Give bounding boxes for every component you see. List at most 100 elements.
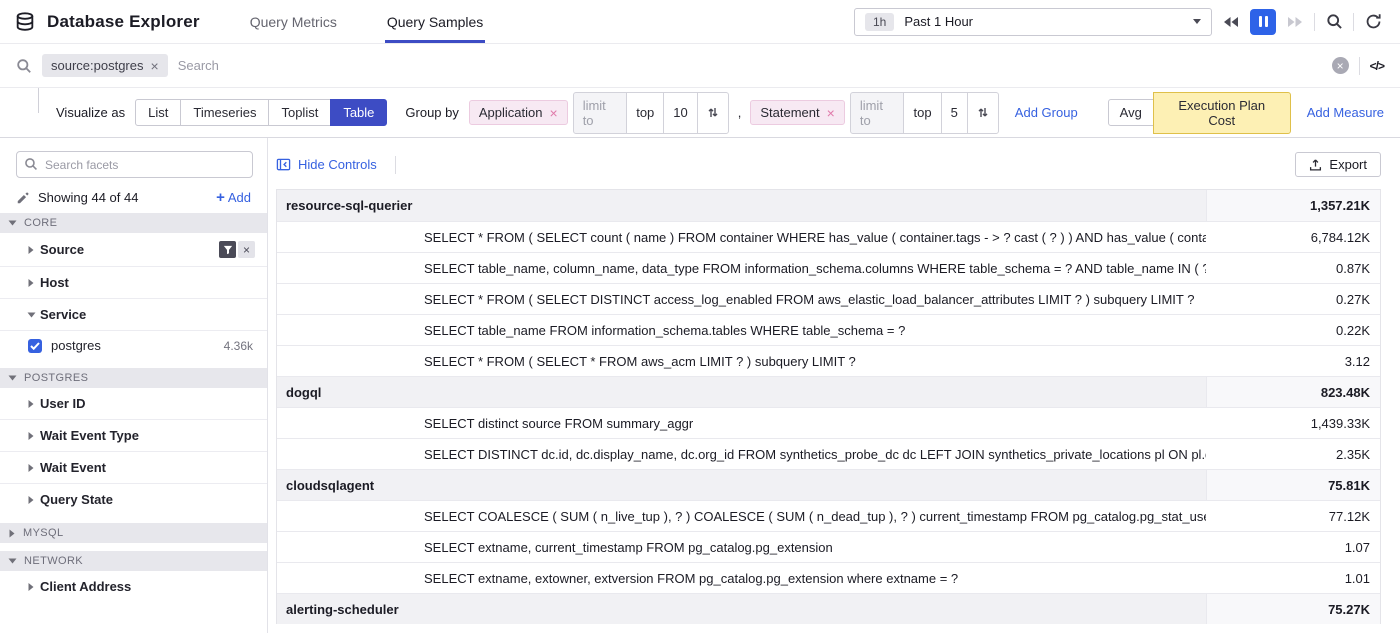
table-sample-row[interactable]: SELECT DISTINCT dc.id, dc.display_name, … — [277, 438, 1380, 469]
facet-label: Source — [40, 242, 84, 257]
top-bar-right: 1h Past 1 Hour — [854, 0, 1386, 43]
zoom-button[interactable] — [1321, 9, 1347, 35]
add-facet-link[interactable]: +Add — [216, 190, 251, 205]
table-sample-row[interactable]: SELECT extname, current_timestamp FROM p… — [277, 531, 1380, 562]
facet-value-postgres[interactable]: postgres4.36k — [0, 330, 267, 360]
table-group-row[interactable]: dogql 823.48K — [277, 376, 1380, 407]
visualize-switcher: ListTimeseriesToplistTable — [135, 99, 387, 126]
facet-item-wait-event-type[interactable]: Wait Event Type — [0, 419, 267, 451]
facet-item-host[interactable]: Host — [0, 266, 267, 298]
facet-item-service[interactable]: Service — [0, 298, 267, 330]
measure-button[interactable]: Execution Plan Cost — [1153, 92, 1291, 134]
table-group-row[interactable]: resource-sql-querier1,357.21K — [277, 190, 1380, 221]
clear-search-button[interactable]: × — [1332, 57, 1349, 74]
sort-order-button[interactable] — [967, 92, 999, 134]
query-text: SELECT extname, extowner, extversion FRO… — [424, 571, 1206, 586]
export-button[interactable]: Export — [1295, 152, 1381, 177]
sort-order-button[interactable] — [697, 92, 729, 134]
table-sample-row[interactable]: SELECT table_name FROM information_schem… — [277, 314, 1380, 345]
visualize-option-list[interactable]: List — [135, 99, 181, 126]
group-by-label: Group by — [405, 105, 458, 120]
facet-section-mysql[interactable]: MYSQL — [0, 523, 267, 543]
chevron-right-icon — [27, 495, 35, 504]
query-text: SELECT extname, current_timestamp FROM p… — [424, 540, 1206, 555]
time-range-picker[interactable]: 1h Past 1 Hour — [854, 8, 1212, 36]
facet-item-user-id[interactable]: User ID — [0, 388, 267, 419]
skip-backward-button[interactable] — [1218, 9, 1244, 35]
visualize-option-toplist[interactable]: Toplist — [268, 99, 331, 126]
group-pill-application[interactable]: Application × — [469, 100, 568, 125]
plus-icon: + — [216, 190, 225, 205]
top-selector[interactable]: top — [903, 92, 941, 134]
table-sample-row[interactable]: SELECT * FROM ( SELECT count ( name ) FR… — [277, 221, 1380, 252]
code-view-icon[interactable]: </> — [1370, 59, 1384, 73]
refresh-button[interactable] — [1360, 9, 1386, 35]
group-name: dogql — [277, 385, 424, 400]
pencil-icon — [16, 191, 30, 205]
hide-controls-link[interactable]: Hide Controls — [276, 157, 377, 172]
remove-group-icon[interactable]: × — [550, 106, 558, 120]
database-logo-icon — [14, 0, 36, 43]
table-sample-row[interactable]: SELECT table_name, column_name, data_typ… — [277, 252, 1380, 283]
search-input[interactable] — [178, 58, 1322, 73]
tab-query-metrics[interactable]: Query Metrics — [248, 0, 339, 43]
chevron-right-icon — [27, 463, 35, 472]
facet-sidebar: Showing 44 of 44 +Add CORESource×HostSer… — [0, 138, 268, 633]
group-pill-statement[interactable]: Statement × — [750, 100, 844, 125]
table-group-row[interactable]: cloudsqlagent75.81K — [277, 469, 1380, 500]
checkbox-checked[interactable] — [28, 339, 42, 353]
facet-item-query-state[interactable]: Query State — [0, 483, 267, 515]
facet-clear-button[interactable]: × — [238, 241, 255, 258]
facet-item-client-address[interactable]: Client Address — [0, 571, 267, 602]
facet-section-postgres[interactable]: POSTGRES — [0, 368, 267, 388]
table-sample-row[interactable]: SELECT * FROM ( SELECT * FROM aws_acm LI… — [277, 345, 1380, 376]
sort-arrows-icon — [707, 106, 719, 119]
divider — [1314, 13, 1315, 31]
remove-filter-icon[interactable]: × — [151, 59, 159, 73]
limit-to-label: limit to — [573, 92, 628, 134]
chevron-down-icon — [8, 557, 17, 565]
group-value: 823.48K — [1206, 377, 1380, 407]
sample-value: 0.87K — [1206, 261, 1380, 276]
samples-table: resource-sql-querier1,357.21K SELECT * FR… — [276, 189, 1381, 624]
table-sample-row[interactable]: SELECT distinct source FROM summary_aggr… — [277, 407, 1380, 438]
limit-count-selector[interactable]: 10 — [663, 92, 697, 134]
facet-section-core[interactable]: CORE — [0, 213, 267, 233]
group-value: 1,357.21K — [1206, 190, 1380, 221]
sample-value: 3.12 — [1206, 354, 1380, 369]
pause-button[interactable] — [1250, 9, 1276, 35]
facet-item-wait-event[interactable]: Wait Event — [0, 451, 267, 483]
remove-group-icon[interactable]: × — [827, 106, 835, 120]
chevron-right-icon — [27, 431, 35, 440]
table-sample-row[interactable]: SELECT * FROM ( SELECT DISTINCT access_l… — [277, 283, 1380, 314]
refresh-icon — [1365, 13, 1382, 30]
query-search-bar: source:postgres × × </> — [0, 44, 1400, 88]
skip-forward-icon — [1287, 16, 1303, 28]
facet-search-input[interactable] — [16, 151, 253, 178]
chevron-right-icon — [27, 278, 35, 287]
add-measure-link[interactable]: Add Measure — [1307, 105, 1384, 120]
visualize-option-table[interactable]: Table — [330, 99, 387, 126]
chevron-right-icon — [27, 245, 35, 254]
table-sample-row[interactable]: SELECT extname, extowner, extversion FRO… — [277, 562, 1380, 593]
sample-value: 1.01 — [1206, 571, 1380, 586]
facet-filter-button[interactable] — [219, 241, 236, 258]
add-group-link[interactable]: Add Group — [1015, 105, 1078, 120]
tab-query-samples[interactable]: Query Samples — [385, 0, 485, 43]
search-filter-pill[interactable]: source:postgres × — [42, 54, 168, 77]
group-separator: , — [738, 105, 742, 120]
limit-count-selector[interactable]: 5 — [941, 92, 968, 134]
visualize-option-timeseries[interactable]: Timeseries — [180, 99, 269, 126]
table-sample-row[interactable]: SELECT COALESCE ( SUM ( n_live_tup ), ? … — [277, 500, 1380, 531]
query-text: SELECT * FROM ( SELECT count ( name ) FR… — [424, 230, 1206, 245]
facet-section-network[interactable]: NETWORK — [0, 551, 267, 571]
table-group-row[interactable]: alerting-scheduler75.27K — [277, 593, 1380, 624]
facet-value-count: 4.36k — [224, 339, 253, 353]
group-value: 75.81K — [1206, 470, 1380, 500]
facet-item-source[interactable]: Source × — [0, 233, 267, 266]
top-selector[interactable]: top — [626, 92, 664, 134]
aggregator-button[interactable]: Avg — [1108, 99, 1154, 126]
skip-forward-button[interactable] — [1282, 9, 1308, 35]
time-shortcut-badge: 1h — [865, 13, 894, 31]
query-text: SELECT table_name FROM information_schem… — [424, 323, 1206, 338]
